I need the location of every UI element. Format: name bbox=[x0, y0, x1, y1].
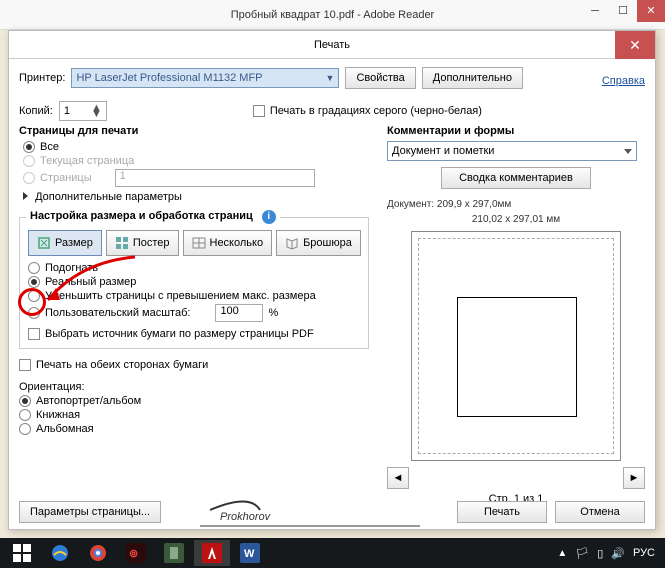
triangle-right-icon bbox=[23, 192, 28, 200]
taskbar-app-icon[interactable] bbox=[156, 540, 192, 566]
printer-value: HP LaserJet Professional M1132 MFP bbox=[76, 72, 262, 84]
radio-all-pages[interactable]: Все bbox=[23, 141, 369, 153]
pages-range-input[interactable]: 1 bbox=[115, 169, 315, 187]
scaled-size-label: 210,02 x 297,01 мм bbox=[387, 214, 645, 225]
print-button[interactable]: Печать bbox=[457, 501, 547, 523]
radio-icon bbox=[28, 262, 40, 274]
start-button[interactable] bbox=[4, 540, 40, 566]
grayscale-label: Печать в градациях серого (черно-белая) bbox=[270, 105, 482, 117]
svg-text:⊚: ⊚ bbox=[129, 548, 138, 560]
comments-combo[interactable]: Документ и пометки bbox=[387, 141, 637, 161]
radio-orient-auto[interactable]: Автопортрет/альбом bbox=[19, 395, 369, 407]
dropdown-icon bbox=[624, 149, 632, 154]
radio-icon bbox=[23, 172, 35, 184]
poster-icon bbox=[115, 236, 129, 250]
print-dialog: Печать ✕ Принтер: HP LaserJet Profession… bbox=[8, 30, 656, 530]
grayscale-checkbox[interactable]: Печать в градациях серого (черно-белая) bbox=[253, 105, 482, 117]
taskbar-ie-icon[interactable] bbox=[42, 540, 78, 566]
doc-size-label: Документ: 209,9 x 297,0мм bbox=[387, 199, 645, 210]
pages-section-title: Страницы для печати bbox=[19, 125, 369, 137]
dialog-titlebar: Печать ✕ bbox=[9, 31, 655, 59]
window-controls: ─ ☐ ✕ bbox=[581, 0, 665, 22]
tray-lang[interactable]: РУС bbox=[633, 547, 655, 559]
radio-shrink[interactable]: Уменьшить страницы с превышением макс. р… bbox=[28, 290, 360, 302]
taskbar-adobe-icon[interactable] bbox=[194, 540, 230, 566]
checkbox-icon bbox=[28, 328, 40, 340]
radio-current-page[interactable]: Текущая страница bbox=[23, 155, 369, 167]
radio-icon bbox=[19, 409, 31, 421]
radio-actual-size[interactable]: Реальный размер bbox=[28, 276, 360, 288]
advanced-button[interactable]: Дополнительно bbox=[422, 67, 523, 89]
radio-pages-range[interactable]: Страницы 1 bbox=[23, 169, 369, 187]
radio-icon bbox=[28, 290, 40, 302]
close-button[interactable]: ✕ bbox=[637, 0, 665, 22]
minimize-button[interactable]: ─ bbox=[581, 0, 609, 22]
radio-icon bbox=[28, 276, 40, 288]
taskbar-cc-icon[interactable]: ⊚ bbox=[118, 540, 154, 566]
tray-volume-icon[interactable]: 🔊 bbox=[611, 547, 625, 560]
checkbox-icon bbox=[19, 359, 31, 371]
radio-icon bbox=[23, 155, 35, 167]
taskbar-word-icon[interactable]: W bbox=[232, 540, 268, 566]
dialog-close-button[interactable]: ✕ bbox=[615, 31, 655, 59]
dialog-title: Печать bbox=[314, 39, 350, 51]
dropdown-icon: ▼ bbox=[326, 73, 335, 83]
checkbox-icon bbox=[253, 105, 265, 117]
duplex-checkbox[interactable]: Печать на обеих сторонах бумаги bbox=[19, 359, 369, 371]
tab-size[interactable]: Размер bbox=[28, 230, 102, 256]
radio-icon bbox=[19, 423, 31, 435]
info-icon[interactable]: i bbox=[262, 210, 276, 224]
tab-booklet[interactable]: Брошюра bbox=[276, 230, 361, 256]
print-preview bbox=[411, 231, 621, 461]
tray-up-icon[interactable]: ▲ bbox=[557, 548, 567, 559]
copies-label: Копий: bbox=[19, 105, 53, 117]
booklet-icon bbox=[285, 236, 299, 250]
more-params-toggle[interactable]: Дополнительные параметры bbox=[23, 191, 369, 203]
properties-button[interactable]: Свойства bbox=[345, 67, 415, 89]
comments-title: Комментарии и формы bbox=[387, 125, 645, 137]
multiple-icon bbox=[192, 236, 206, 250]
tray-network-icon[interactable]: ▯ bbox=[597, 547, 603, 560]
tray-flag-icon[interactable]: 🏳 bbox=[575, 547, 589, 560]
copies-spinner[interactable]: 1 ▲▼ bbox=[59, 101, 107, 121]
tab-multiple[interactable]: Несколько bbox=[183, 230, 273, 256]
custom-scale-input[interactable]: 100 bbox=[215, 304, 263, 322]
radio-icon bbox=[19, 395, 31, 407]
spinner-arrows-icon: ▲▼ bbox=[91, 105, 102, 117]
system-tray: ▲ 🏳 ▯ 🔊 РУС bbox=[557, 547, 661, 560]
preview-prev-button[interactable]: ◄ bbox=[387, 467, 409, 489]
maximize-button[interactable]: ☐ bbox=[609, 0, 637, 22]
page-setup-button[interactable]: Параметры страницы... bbox=[19, 501, 161, 523]
copies-value: 1 bbox=[64, 105, 70, 117]
sizing-section-title: Настройка размера и обработка страниц i bbox=[26, 210, 280, 224]
printer-label: Принтер: bbox=[19, 72, 65, 84]
radio-orient-portrait[interactable]: Книжная bbox=[19, 409, 369, 421]
preview-next-button[interactable]: ► bbox=[623, 467, 645, 489]
preview-content-box bbox=[457, 297, 577, 417]
taskbar-chrome-icon[interactable] bbox=[80, 540, 116, 566]
radio-custom-scale[interactable]: Пользовательский масштаб: 100 % bbox=[28, 304, 360, 322]
radio-fit[interactable]: Подогнать bbox=[28, 262, 360, 274]
comments-summary-button[interactable]: Сводка комментариев bbox=[441, 167, 591, 189]
app-title: Пробный квадрат 10.pdf - Adobe Reader bbox=[231, 9, 434, 21]
tab-poster[interactable]: Постер bbox=[106, 230, 179, 256]
svg-text:W: W bbox=[244, 548, 255, 560]
radio-icon bbox=[28, 307, 40, 319]
radio-orient-landscape[interactable]: Альбомная bbox=[19, 423, 369, 435]
radio-icon bbox=[23, 141, 35, 153]
app-titlebar: Пробный квадрат 10.pdf - Adobe Reader ─ … bbox=[0, 0, 665, 30]
paper-source-checkbox[interactable]: Выбрать источник бумаги по размеру стран… bbox=[28, 328, 360, 340]
help-link[interactable]: Справка bbox=[602, 75, 645, 87]
cancel-button[interactable]: Отмена bbox=[555, 501, 645, 523]
taskbar: ⊚ W ▲ 🏳 ▯ 🔊 РУС bbox=[0, 538, 665, 568]
size-icon bbox=[37, 236, 51, 250]
orientation-title: Ориентация: bbox=[19, 381, 369, 393]
printer-combo[interactable]: HP LaserJet Professional M1132 MFP ▼ bbox=[71, 68, 339, 88]
